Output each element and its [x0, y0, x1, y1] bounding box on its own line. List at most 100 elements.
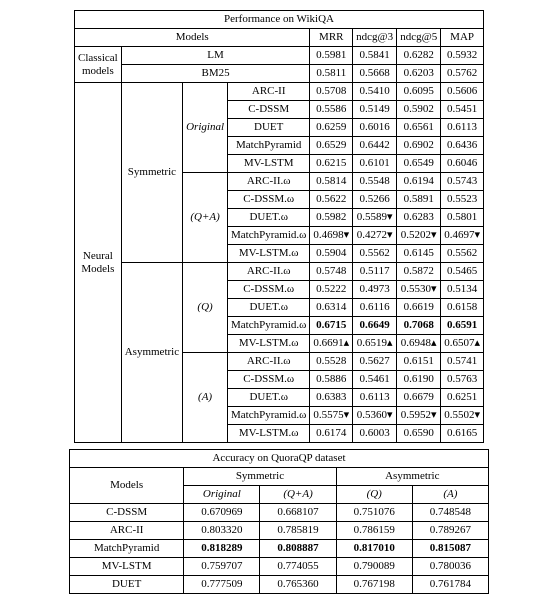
cell: 0.5981: [310, 47, 353, 65]
cell: 0.5562: [353, 245, 397, 263]
cell: 0.6590: [397, 425, 441, 443]
model-name: ARC-II: [228, 83, 310, 101]
cell: 0.6561: [397, 119, 441, 137]
cell: 0.5952▾: [397, 407, 441, 425]
model-name: C-DSSM: [70, 504, 184, 522]
hdr-map: MAP: [441, 29, 484, 47]
sub-original: Original: [184, 486, 260, 504]
cell: 0.4973: [353, 281, 397, 299]
cell: 0.6715: [310, 317, 353, 335]
cell: 0.5523: [441, 191, 484, 209]
cell: 0.5149: [353, 101, 397, 119]
cell: 0.808887: [260, 540, 336, 558]
sub-qa: (Q+A): [183, 173, 228, 263]
cell: 0.6314: [310, 299, 353, 317]
cell: 0.5266: [353, 191, 397, 209]
model-name: MatchPyramid.ω: [228, 407, 310, 425]
cell: 0.767198: [336, 576, 412, 594]
model-name: C-DSSM.ω: [228, 371, 310, 389]
cell: 0.5548: [353, 173, 397, 191]
sub-original: Original: [183, 83, 228, 173]
hdr-ndcg5: ndcg@5: [397, 29, 441, 47]
cell: 0.5465: [441, 263, 484, 281]
cell: 0.4698▾: [310, 227, 353, 245]
model-name: DUET.ω: [228, 389, 310, 407]
cell: 0.6016: [353, 119, 397, 137]
cell: 0.5668: [353, 65, 397, 83]
cell: 0.6442: [353, 137, 397, 155]
table2-title: Accuracy on QuoraQP dataset: [70, 450, 489, 468]
model-name: MV-LSTM: [70, 558, 184, 576]
model-name: ARC-II: [70, 522, 184, 540]
cell: 0.6549: [397, 155, 441, 173]
cell: 0.5202▾: [397, 227, 441, 245]
cell: 0.789267: [412, 522, 488, 540]
cell: 0.786159: [336, 522, 412, 540]
cell: 0.818289: [184, 540, 260, 558]
cell: 0.5222: [310, 281, 353, 299]
cell: 0.6113: [441, 119, 484, 137]
cell: 0.5748: [310, 263, 353, 281]
model-name: MV-LSTM.ω: [228, 245, 310, 263]
hdr-sym: Symmetric: [184, 468, 336, 486]
cell: 0.6529: [310, 137, 353, 155]
sub-a: (A): [412, 486, 488, 504]
cell: 0.5763: [441, 371, 484, 389]
cell: 0.4272▾: [353, 227, 397, 245]
model-name: DUET: [70, 576, 184, 594]
cell: 0.6383: [310, 389, 353, 407]
cell: 0.6507▴: [441, 335, 484, 353]
quoraqp-table: Accuracy on QuoraQP dataset Models Symme…: [69, 449, 489, 594]
model-name: MV-LSTM.ω: [228, 425, 310, 443]
cell: 0.6259: [310, 119, 353, 137]
cell: 0.6203: [397, 65, 441, 83]
cell: 0.5891: [397, 191, 441, 209]
hdr-models: Models: [75, 29, 310, 47]
classical-group: Classicalmodels: [75, 47, 122, 83]
hdr-models: Models: [70, 468, 184, 504]
cell: 0.4697▾: [441, 227, 484, 245]
model-name: DUET: [228, 119, 310, 137]
cell: 0.5886: [310, 371, 353, 389]
model-name: MatchPyramid.ω: [228, 317, 310, 335]
hdr-mrr: MRR: [310, 29, 353, 47]
cell: 0.670969: [184, 504, 260, 522]
cell: 0.5762: [441, 65, 484, 83]
cell: 0.5528: [310, 353, 353, 371]
cell: 0.777509: [184, 576, 260, 594]
cell: 0.6165: [441, 425, 484, 443]
cell: 0.6902: [397, 137, 441, 155]
cell: 0.5811: [310, 65, 353, 83]
cell: 0.6679: [397, 389, 441, 407]
table1-title: Performance on WikiQA: [75, 11, 484, 29]
hdr-ndcg3: ndcg@3: [353, 29, 397, 47]
wikiqa-table: Performance on WikiQA Models MRR ndcg@3 …: [74, 10, 484, 443]
cell: 0.6215: [310, 155, 353, 173]
hdr-asym: Asymmetric: [336, 468, 488, 486]
cell: 0.5872: [397, 263, 441, 281]
model-name: MV-LSTM: [228, 155, 310, 173]
cell: 0.6003: [353, 425, 397, 443]
cell: 0.5575▾: [310, 407, 353, 425]
cell: 0.803320: [184, 522, 260, 540]
cell: 0.5902: [397, 101, 441, 119]
cell: 0.6145: [397, 245, 441, 263]
sub-a: (A): [183, 353, 228, 443]
lm-name: LM: [121, 47, 310, 65]
cell: 0.6046: [441, 155, 484, 173]
model-name: MatchPyramid: [70, 540, 184, 558]
model-name: C-DSSM.ω: [228, 191, 310, 209]
cell: 0.6194: [397, 173, 441, 191]
cell: 0.6158: [441, 299, 484, 317]
asym-group: Asymmetric: [121, 263, 182, 443]
cell: 0.5982: [310, 209, 353, 227]
cell: 0.7068: [397, 317, 441, 335]
cell: 0.5741: [441, 353, 484, 371]
cell: 0.6649: [353, 317, 397, 335]
model-name: DUET.ω: [228, 299, 310, 317]
cell: 0.748548: [412, 504, 488, 522]
cell: 0.5530▾: [397, 281, 441, 299]
cell: 0.6519▴: [353, 335, 397, 353]
cell: 0.5606: [441, 83, 484, 101]
cell: 0.5586: [310, 101, 353, 119]
